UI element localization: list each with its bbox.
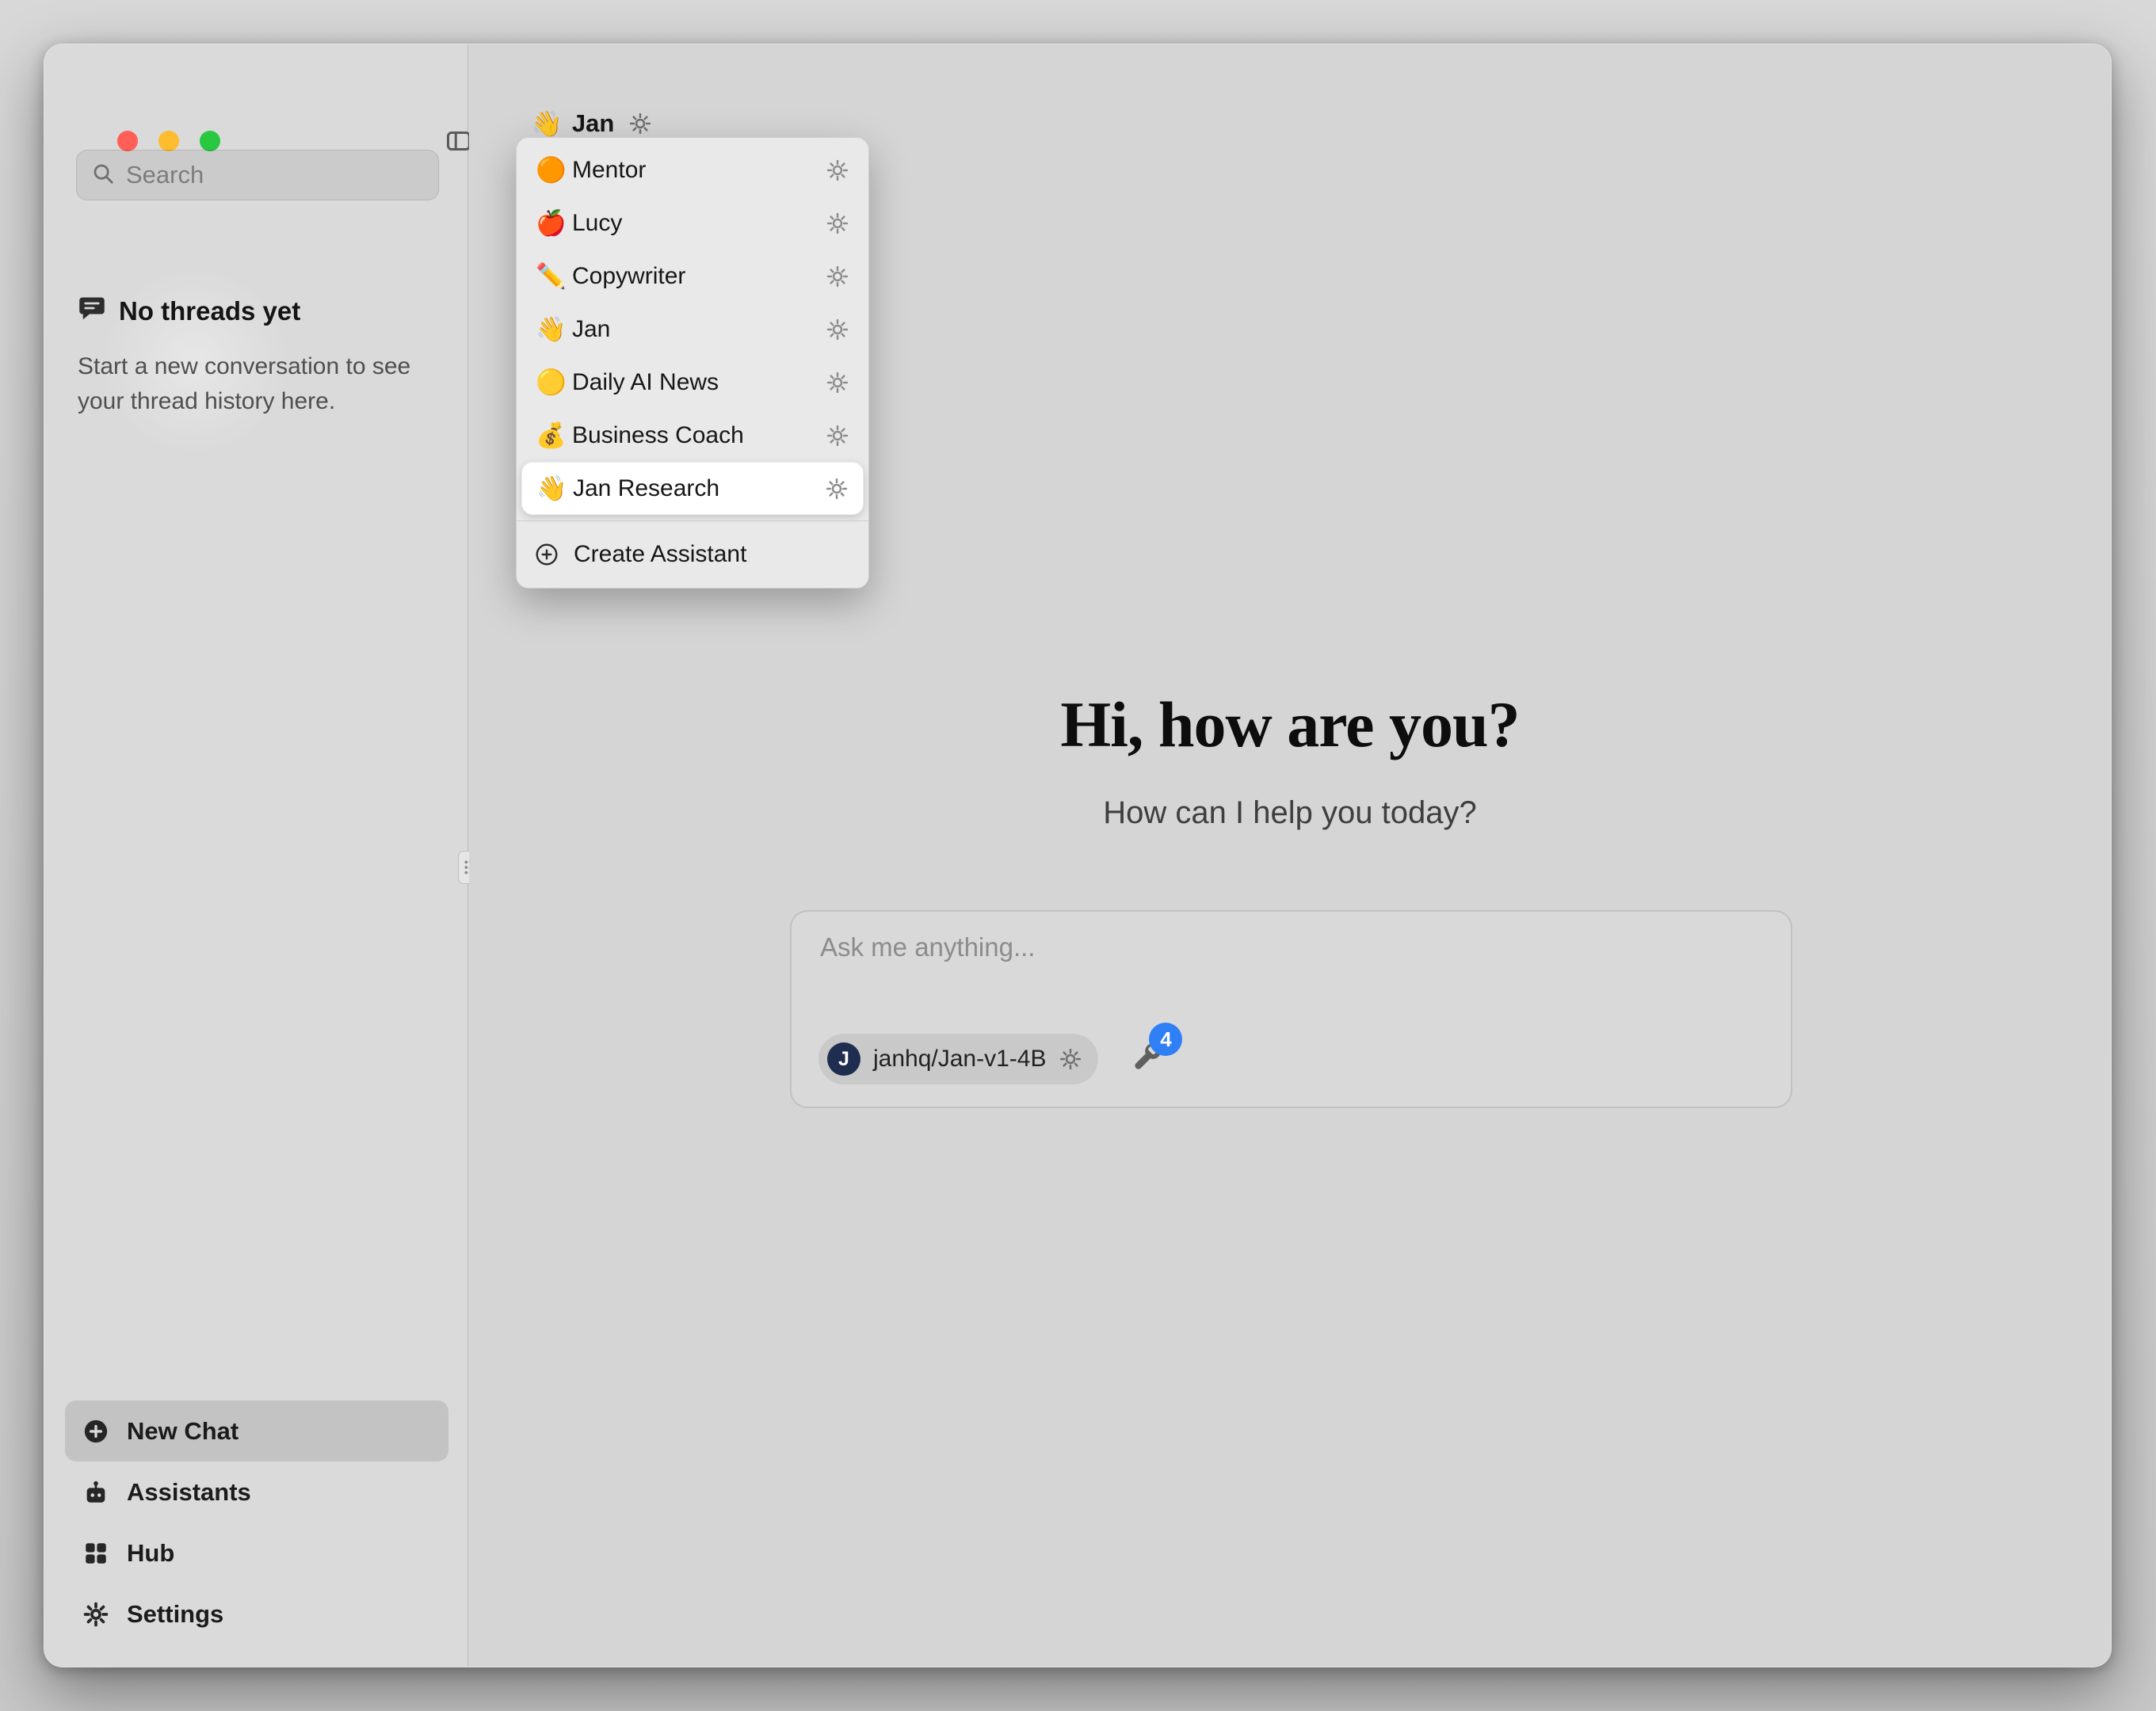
assistant-avatar-emoji: ✏️ <box>536 261 572 291</box>
assistant-settings-button[interactable] <box>826 424 849 448</box>
assistant-avatar-emoji: 👋 <box>536 474 573 503</box>
greeting-title: Hi, how are you? <box>469 688 2111 762</box>
assistant-settings-button[interactable] <box>826 211 849 235</box>
menu-item-jan-research[interactable]: 👋 Jan Research <box>521 462 864 515</box>
empty-state-title: No threads yet <box>119 296 300 326</box>
greeting: Hi, how are you? How can I help you toda… <box>469 688 2111 831</box>
app-window: No threads yet Start a new conversation … <box>44 44 2112 1667</box>
zoom-button[interactable] <box>200 131 220 151</box>
create-assistant-label: Create Assistant <box>574 541 746 568</box>
assistant-avatar-emoji: 👋 <box>536 314 572 344</box>
composer-toolbar: J janhq/Jan-v1-4B 4 <box>819 1034 1165 1084</box>
threads-empty-state: No threads yet Start a new conversation … <box>78 294 434 420</box>
hub-icon <box>82 1540 109 1567</box>
menu-item-copywriter[interactable]: ✏️ Copywriter <box>521 250 864 303</box>
create-assistant-button[interactable]: Create Assistant <box>521 527 864 582</box>
close-button[interactable] <box>117 131 138 151</box>
sidebar-item-label: Hub <box>127 1539 174 1568</box>
menu-divider <box>517 520 868 521</box>
assistant-emoji: 👋 <box>531 109 563 139</box>
assistant-settings-button[interactable] <box>826 265 849 288</box>
tools-button[interactable]: 4 <box>1130 1042 1165 1077</box>
model-name: janhq/Jan-v1-4B <box>873 1046 1046 1073</box>
menu-item-lucy[interactable]: 🍎 Lucy <box>521 196 864 250</box>
assistant-label: Mentor <box>572 157 646 184</box>
message-input[interactable] <box>820 932 1762 1004</box>
assistants-icon <box>82 1479 109 1506</box>
new-chat-icon <box>82 1418 109 1445</box>
search-icon <box>91 162 115 189</box>
menu-item-business-coach[interactable]: 💰 Business Coach <box>521 409 864 462</box>
model-settings-icon[interactable] <box>1059 1047 1082 1071</box>
assistant-label: Lucy <box>572 210 622 237</box>
chat-bubble-icon <box>78 294 106 329</box>
assistant-label: Copywriter <box>572 263 685 290</box>
assistant-avatar-emoji: 🟠 <box>536 155 572 185</box>
sidebar: No threads yet Start a new conversation … <box>44 44 468 1667</box>
message-composer: J janhq/Jan-v1-4B 4 <box>790 910 1792 1108</box>
assistant-dropdown-menu: 🟠 Mentor 🍎 Lucy ✏️ Copywriter 👋 Jan 🟡 <box>516 137 869 589</box>
greeting-subtitle: How can I help you today? <box>469 795 2111 831</box>
menu-item-jan[interactable]: 👋 Jan <box>521 303 864 356</box>
sidebar-item-label: Assistants <box>127 1478 251 1507</box>
assistant-label: Jan <box>572 316 610 343</box>
settings-gear-icon <box>82 1601 109 1628</box>
assistant-settings-button[interactable] <box>826 371 849 394</box>
sidebar-item-hub[interactable]: Hub <box>65 1522 448 1583</box>
assistant-label: Jan Research <box>573 475 719 502</box>
assistant-avatar-emoji: 🟡 <box>536 368 572 397</box>
model-selector[interactable]: J janhq/Jan-v1-4B <box>819 1034 1098 1084</box>
tools-count-badge: 4 <box>1149 1023 1182 1056</box>
assistant-avatar-emoji: 💰 <box>536 421 572 450</box>
minimize-button[interactable] <box>158 131 179 151</box>
plus-circle-icon <box>534 542 559 567</box>
empty-state-description: Start a new conversation to see your thr… <box>78 349 434 420</box>
sidebar-item-settings[interactable]: Settings <box>65 1583 448 1644</box>
assistant-settings-button[interactable] <box>826 158 849 182</box>
assistant-avatar-emoji: 🍎 <box>536 208 572 238</box>
sidebar-item-new-chat[interactable]: New Chat <box>65 1400 448 1461</box>
assistant-settings-button[interactable] <box>825 477 849 501</box>
model-avatar: J <box>827 1042 860 1076</box>
assistant-settings-button[interactable] <box>826 318 849 341</box>
assistant-settings-icon[interactable] <box>628 112 652 135</box>
menu-item-mentor[interactable]: 🟠 Mentor <box>521 143 864 196</box>
assistant-name: Jan <box>572 109 614 138</box>
search-input[interactable] <box>126 161 442 189</box>
sidebar-item-label: New Chat <box>127 1417 238 1446</box>
sidebar-item-assistants[interactable]: Assistants <box>65 1461 448 1522</box>
assistant-label: Business Coach <box>572 422 744 449</box>
assistant-label: Daily AI News <box>572 369 719 396</box>
sidebar-item-label: Settings <box>127 1600 223 1629</box>
chat-main: 👋 Jan 🟠 Mentor 🍎 Lucy ✏️ Copywriter <box>469 44 2111 1667</box>
sidebar-nav: New Chat Assistants Hub Settings <box>65 1400 448 1644</box>
menu-item-daily-ai-news[interactable]: 🟡 Daily AI News <box>521 356 864 409</box>
search-field[interactable] <box>76 150 439 200</box>
traffic-lights <box>117 131 220 151</box>
